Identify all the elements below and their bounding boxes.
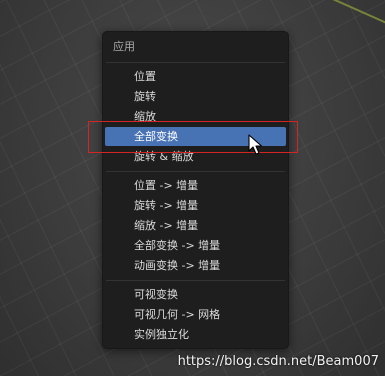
3d-viewport[interactable]: 应用 位置 旋转 缩放 全部变换 旋转 & 缩放 位置 -> 增量 旋转 -> … xyxy=(0,0,385,376)
menu-item-rotation[interactable]: 旋转 xyxy=(105,87,286,106)
menu-item-make-instances-real[interactable]: 实例独立化 xyxy=(105,325,286,344)
menu-item-visual-transform[interactable]: 可视变换 xyxy=(105,285,286,304)
menu-title: 应用 xyxy=(113,40,135,53)
menu-separator xyxy=(106,171,285,172)
menu-separator xyxy=(106,280,285,281)
annotation-highlight-box xyxy=(88,121,298,153)
menu-item-visual-geometry-to-mesh[interactable]: 可视几何 -> 网格 xyxy=(105,305,286,324)
menu-item-animated-transforms-to-deltas[interactable]: 动画变换 -> 增量 xyxy=(105,256,286,275)
menu-item-all-transforms-to-deltas[interactable]: 全部变换 -> 增量 xyxy=(105,236,286,255)
menu-item-location[interactable]: 位置 xyxy=(105,67,286,86)
menu-item-rotation-to-deltas[interactable]: 旋转 -> 增量 xyxy=(105,196,286,215)
watermark-text: https://blog.csdn.net/Beam007 xyxy=(177,354,379,369)
apply-menu: 应用 位置 旋转 缩放 全部变换 旋转 & 缩放 位置 -> 增量 旋转 -> … xyxy=(102,31,289,349)
menu-separator xyxy=(106,62,285,63)
menu-item-location-to-deltas[interactable]: 位置 -> 增量 xyxy=(105,176,286,195)
mouse-pointer-icon xyxy=(248,134,263,155)
menu-item-scale-to-deltas[interactable]: 缩放 -> 增量 xyxy=(105,216,286,235)
